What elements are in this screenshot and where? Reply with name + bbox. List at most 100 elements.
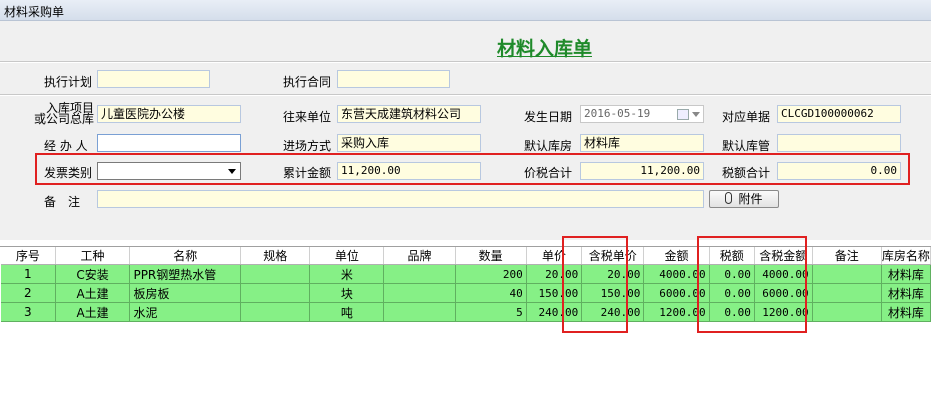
- total-with-tax-field[interactable]: 11,200.00: [580, 162, 704, 180]
- exec-plan-label: 执行计划: [44, 75, 93, 89]
- column-header[interactable]: 规格: [240, 247, 311, 265]
- table-cell[interactable]: 材料库: [881, 264, 931, 284]
- page-title: 材料入库单: [496, 38, 592, 60]
- table-cell[interactable]: [812, 302, 882, 322]
- column-header[interactable]: 数量: [455, 247, 527, 265]
- partner-label: 往来单位: [283, 110, 332, 124]
- table-header: 序号 工种 名称 规格 单位 品牌 数量 单价 含税单价 金额 税额 含税金额 …: [1, 247, 931, 265]
- table-cell[interactable]: 水泥: [129, 302, 242, 322]
- default-warehouse-label: 默认库房: [524, 139, 573, 153]
- table-cell[interactable]: 150.00: [526, 283, 583, 303]
- table-cell[interactable]: 20.00: [581, 264, 645, 284]
- exec-contract-field[interactable]: [337, 70, 450, 88]
- column-header[interactable]: 名称: [129, 247, 242, 265]
- window-title: 材料采购单: [4, 5, 65, 19]
- remark-label: 备 注: [44, 195, 81, 209]
- calendar-icon[interactable]: [677, 109, 689, 120]
- default-warehouse-field[interactable]: 材料库: [580, 134, 704, 152]
- table-cell[interactable]: 吨: [309, 302, 385, 322]
- ref-doc-label: 对应单据: [722, 110, 771, 124]
- divider: [0, 94, 931, 96]
- table-cell[interactable]: 3: [1, 302, 56, 322]
- table-cell[interactable]: A土建: [55, 302, 131, 322]
- table-cell[interactable]: 板房板: [129, 283, 242, 303]
- table-cell[interactable]: [240, 302, 311, 322]
- tax-total-field[interactable]: 0.00: [777, 162, 901, 180]
- table-cell[interactable]: [383, 283, 456, 303]
- table-cell[interactable]: [383, 264, 456, 284]
- date-value: 2016-05-19: [584, 107, 651, 120]
- tax-total-label: 税额合计: [722, 166, 771, 180]
- table-cell[interactable]: 40: [455, 283, 527, 303]
- chevron-down-icon[interactable]: [692, 112, 700, 117]
- handler-label: 经 办 人: [44, 139, 88, 153]
- attach-button-label: 附件: [738, 192, 763, 206]
- chevron-down-icon[interactable]: [228, 169, 236, 174]
- table-cell[interactable]: [240, 283, 311, 303]
- table-cell[interactable]: 1200.00: [643, 302, 710, 322]
- table-cell[interactable]: 240.00: [581, 302, 645, 322]
- column-header[interactable]: 含税单价: [581, 247, 645, 265]
- column-header[interactable]: 品牌: [383, 247, 456, 265]
- table-cell[interactable]: 块: [309, 283, 385, 303]
- column-header[interactable]: 库房名称: [881, 247, 931, 265]
- date-picker[interactable]: 2016-05-19: [580, 105, 704, 123]
- table-cell[interactable]: 4000.00: [643, 264, 710, 284]
- ref-doc-field[interactable]: CLCGD100000062: [777, 105, 901, 123]
- table-cell[interactable]: 20.00: [526, 264, 583, 284]
- project-field[interactable]: 儿童医院办公楼: [97, 105, 241, 123]
- table-row[interactable]: 2 A土建 板房板 块 40 150.00 150.00 6000.00 0.0…: [1, 283, 931, 303]
- column-header[interactable]: 工种: [55, 247, 131, 265]
- project-label-line2: 或公司总库: [34, 112, 95, 126]
- table-cell[interactable]: 米: [309, 264, 385, 284]
- table-cell[interactable]: 150.00: [581, 283, 645, 303]
- remark-field[interactable]: [97, 190, 704, 208]
- column-header[interactable]: 备注: [812, 247, 882, 265]
- table-cell[interactable]: PPR钢塑热水管: [129, 264, 242, 284]
- table-cell[interactable]: [812, 264, 882, 284]
- table-cell[interactable]: [240, 264, 311, 284]
- column-header[interactable]: 单位: [309, 247, 385, 265]
- table-cell[interactable]: 材料库: [881, 283, 931, 303]
- table-cell[interactable]: 1: [1, 264, 56, 284]
- table-cell[interactable]: 0.00: [709, 302, 755, 322]
- table-cell[interactable]: 200: [455, 264, 527, 284]
- partner-field[interactable]: 东营天成建筑材料公司: [337, 105, 481, 123]
- date-label: 发生日期: [524, 110, 573, 124]
- table-cell[interactable]: 4000.00: [754, 264, 813, 284]
- entry-method-label: 进场方式: [283, 139, 332, 153]
- table-cell[interactable]: [812, 283, 882, 303]
- table-row[interactable]: 3 A土建 水泥 吨 5 240.00 240.00 1200.00 0.00 …: [1, 302, 931, 322]
- handler-field[interactable]: [97, 134, 241, 152]
- table-cell[interactable]: 6000.00: [643, 283, 710, 303]
- default-keeper-field[interactable]: [777, 134, 901, 152]
- table-cell[interactable]: 5: [455, 302, 527, 322]
- table-cell[interactable]: 6000.00: [754, 283, 813, 303]
- table-cell[interactable]: C安装: [55, 264, 131, 284]
- table-row[interactable]: 1 C安装 PPR钢塑热水管 米 200 20.00 20.00 4000.00…: [1, 264, 931, 284]
- table-cell[interactable]: [383, 302, 456, 322]
- invoice-type-label: 发票类别: [44, 166, 93, 180]
- table-cell[interactable]: 2: [1, 283, 56, 303]
- column-header[interactable]: 税额: [709, 247, 755, 265]
- entry-method-field[interactable]: 采购入库: [337, 134, 481, 152]
- material-table: 序号 工种 名称 规格 单位 品牌 数量 单价 含税单价 金额 税额 含税金额 …: [1, 247, 931, 322]
- attach-button[interactable]: 附件: [709, 190, 779, 208]
- column-header[interactable]: 单价: [526, 247, 583, 265]
- table-cell[interactable]: 0.00: [709, 283, 755, 303]
- table-cell[interactable]: 1200.00: [754, 302, 813, 322]
- default-keeper-label: 默认库管: [722, 139, 771, 153]
- column-header[interactable]: 序号: [1, 247, 56, 265]
- exec-contract-label: 执行合同: [283, 75, 332, 89]
- invoice-type-select[interactable]: [97, 162, 241, 180]
- column-header[interactable]: 金额: [643, 247, 710, 265]
- total-amount-field[interactable]: 11,200.00: [337, 162, 481, 180]
- table-cell[interactable]: 0.00: [709, 264, 755, 284]
- project-label: 入库项目 或公司总库: [34, 102, 95, 126]
- table-cell[interactable]: A土建: [55, 283, 131, 303]
- table-cell[interactable]: 材料库: [881, 302, 931, 322]
- exec-plan-field[interactable]: [97, 70, 210, 88]
- table-cell[interactable]: 240.00: [526, 302, 583, 322]
- column-header[interactable]: 含税金额: [754, 247, 813, 265]
- window-titlebar: 材料采购单: [0, 0, 931, 21]
